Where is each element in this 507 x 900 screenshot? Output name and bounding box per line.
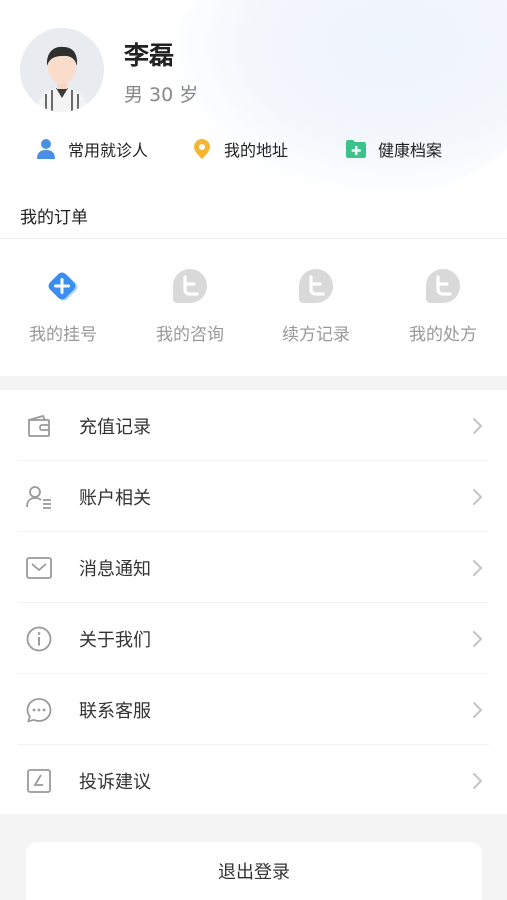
chevron-right-icon bbox=[473, 630, 483, 647]
avatar-image bbox=[20, 28, 104, 112]
consult-icon bbox=[173, 269, 207, 303]
order-my-consultations[interactable]: 我的咨询 bbox=[127, 266, 253, 346]
account-icon bbox=[26, 485, 51, 509]
divider bbox=[0, 238, 507, 239]
menu-item-label: 消息通知 bbox=[79, 558, 151, 580]
profile-page: 李磊 男 30 岁 常用就诊人 我的地址 健康档案 我的订单 我的挂号 我的咨询… bbox=[0, 0, 507, 900]
user-gender-age: 男 30 岁 bbox=[124, 84, 199, 106]
user-name: 李磊 bbox=[124, 41, 175, 70]
menu-item-label: 充值记录 bbox=[79, 416, 151, 438]
quick-link-health-records[interactable]: 健康档案 bbox=[344, 134, 442, 164]
menu-item-notifications[interactable]: 消息通知 bbox=[0, 532, 507, 603]
menu-item-complaints-suggestions[interactable]: 投诉建议 bbox=[0, 745, 507, 816]
register-icon bbox=[48, 272, 78, 301]
quick-link-label: 我的地址 bbox=[224, 141, 289, 160]
order-label: 我的挂号 bbox=[29, 325, 97, 345]
menu-item-account[interactable]: 账户相关 bbox=[0, 461, 507, 532]
order-label: 我的处方 bbox=[409, 325, 477, 345]
profile-header: 李磊 男 30 岁 常用就诊人 我的地址 健康档案 bbox=[0, 0, 507, 190]
quick-link-patients[interactable]: 常用就诊人 bbox=[34, 134, 148, 164]
order-label: 续方记录 bbox=[282, 325, 350, 345]
menu-item-customer-service[interactable]: 联系客服 bbox=[0, 674, 507, 745]
chevron-right-icon bbox=[473, 701, 483, 718]
info-icon bbox=[26, 626, 52, 651]
chevron-right-icon bbox=[473, 417, 483, 434]
message-icon bbox=[26, 556, 52, 579]
menu-item-label: 账户相关 bbox=[79, 487, 151, 509]
menu-item-label: 联系客服 bbox=[79, 700, 151, 722]
prescription-icon bbox=[426, 269, 460, 303]
chevron-right-icon bbox=[473, 772, 483, 789]
feedback-icon bbox=[27, 768, 51, 793]
wallet-icon bbox=[28, 414, 50, 437]
menu-item-about-us[interactable]: 关于我们 bbox=[0, 603, 507, 674]
order-renewal-records[interactable]: 续方记录 bbox=[253, 266, 379, 346]
menu-item-recharge-records[interactable]: 充值记录 bbox=[0, 390, 507, 461]
chevron-right-icon bbox=[473, 559, 483, 576]
chat-icon bbox=[26, 697, 52, 722]
order-my-prescriptions[interactable]: 我的处方 bbox=[380, 266, 506, 346]
logout-button[interactable]: 退出登录 bbox=[26, 842, 482, 900]
avatar[interactable] bbox=[20, 28, 104, 112]
quick-link-label: 常用就诊人 bbox=[68, 141, 149, 160]
quick-link-label: 健康档案 bbox=[378, 141, 443, 160]
orders-section: 我的订单 我的挂号 我的咨询 续方记录 我的处方 bbox=[0, 190, 507, 376]
menu-item-label: 关于我们 bbox=[79, 629, 151, 651]
quick-links: 常用就诊人 我的地址 健康档案 bbox=[0, 134, 507, 164]
orders-title: 我的订单 bbox=[20, 208, 88, 228]
order-my-registrations[interactable]: 我的挂号 bbox=[0, 266, 126, 346]
menu-item-label: 投诉建议 bbox=[79, 771, 151, 793]
order-label: 我的咨询 bbox=[156, 325, 224, 345]
person-icon bbox=[37, 139, 55, 159]
health-folder-icon bbox=[346, 140, 366, 158]
quick-link-address[interactable]: 我的地址 bbox=[190, 134, 288, 164]
renewal-icon bbox=[299, 269, 333, 303]
location-pin-icon bbox=[194, 139, 210, 159]
settings-menu: 充值记录 账户相关 消息通知 关于我们 联系客服 投诉建议 bbox=[0, 390, 507, 814]
chevron-right-icon bbox=[473, 488, 483, 505]
